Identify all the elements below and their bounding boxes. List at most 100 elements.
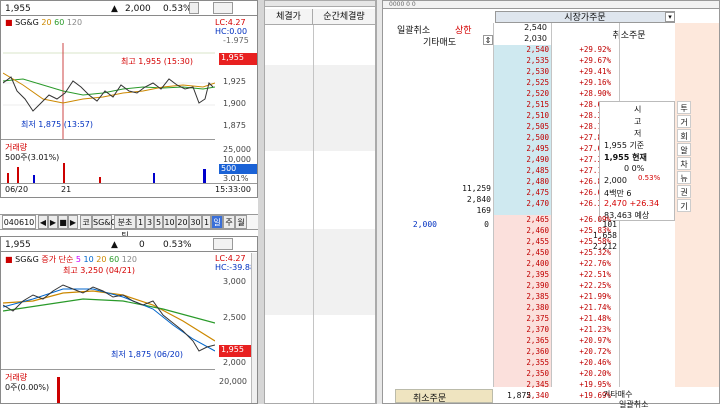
chart-toolbar: 040610 ◀ ▶ ■ ▶ 코 SG&G 분초틱 1 3 5 10 20 30… <box>0 214 258 240</box>
ask-pct: +29.16% <box>579 78 611 87</box>
ask-price[interactable]: 2,515 <box>495 100 549 110</box>
side-tab[interactable]: 알 <box>677 143 691 156</box>
chart1-scroll-button[interactable] <box>189 2 199 14</box>
chart2-price-line <box>3 284 215 352</box>
ask-price[interactable]: 2,530 <box>495 67 549 77</box>
tb-item-name[interactable]: SG&G <box>92 215 117 229</box>
chart1-low-label: 최저 1,875 (13:57) <box>21 120 94 129</box>
other-ask-label: 기타매도 <box>423 38 457 48</box>
cancel-order-top-button[interactable]: 취소주문 <box>593 25 665 47</box>
ask-pct: +28.90% <box>579 89 611 98</box>
chart2-ytick: 2,500 <box>223 313 246 322</box>
ask-price[interactable]: 2,495 <box>495 144 549 154</box>
ask-price[interactable]: 2,510 <box>495 111 549 121</box>
ask-price[interactable]: 2,470 <box>495 199 549 209</box>
bid-pct: +21.48% <box>579 314 611 323</box>
prev-button[interactable]: ◀ <box>38 215 48 229</box>
bid-price[interactable]: 2,370 <box>495 325 549 335</box>
chart2-change-pct: 0.53% <box>163 240 192 250</box>
next-button[interactable]: ▶ <box>68 215 78 229</box>
chart1-vol-tick: 25,000 <box>223 145 251 154</box>
bid-price[interactable]: 2,380 <box>495 303 549 313</box>
chart1-xlabel-time: 15:33:00 <box>215 185 251 194</box>
side-vertical-tabs: 투거회알차뉴권기 <box>677 101 691 215</box>
chart1-volume-bars <box>7 163 206 183</box>
bottom-batch-cancel[interactable]: 일괄취소 <box>619 399 648 410</box>
bid-price[interactable]: 2,390 <box>495 281 549 291</box>
bid-price[interactable]: 2,360 <box>495 347 549 357</box>
chart1-ma-20: 20 <box>41 18 52 27</box>
chart1-ytick: 1,900 <box>223 99 246 108</box>
market-order-title[interactable]: 시장가주문 <box>495 11 675 23</box>
ask-price[interactable]: 2,485 <box>495 166 549 176</box>
upper-limit-label: 상한 <box>455 26 472 36</box>
chart2-scrollbar[interactable] <box>251 253 257 403</box>
bid-price[interactable]: 2,355 <box>495 358 549 368</box>
ask-price[interactable]: 2,490 <box>495 155 549 165</box>
ask-price[interactable]: 2,500 <box>495 133 549 143</box>
tb-item-day[interactable]: 일 <box>211 215 223 229</box>
tb-item-code[interactable]: 코 <box>80 215 92 229</box>
tb-item-month[interactable]: 월 <box>235 215 247 229</box>
ask-price[interactable]: 2,520 <box>495 89 549 99</box>
bid-price[interactable]: 2,450 <box>495 248 549 258</box>
chart1-stock-name: SG&G <box>15 18 39 27</box>
quote-info-box: 시 고 저 1,955 기준 1,955 현재 0 0% 2,000 0.53%… <box>599 101 675 221</box>
bid-price[interactable]: 2,385 <box>495 292 549 302</box>
bid-price[interactable]: 2,375 <box>495 314 549 324</box>
bid-price[interactable]: 2,460 <box>495 226 549 236</box>
tb-item-week[interactable]: 주 <box>223 215 235 229</box>
tb-item-3[interactable]: 3 <box>145 215 154 229</box>
tb-item-5[interactable]: 5 <box>154 215 163 229</box>
ask-price[interactable]: 2,505 <box>495 122 549 132</box>
ask-price[interactable]: 2,475 <box>495 188 549 198</box>
tb-item-period[interactable]: 분초틱 <box>114 215 136 240</box>
volume-bar <box>57 377 60 403</box>
chart2-ma-10: 10 <box>83 255 94 264</box>
ask-price[interactable]: 2,540 <box>495 45 549 55</box>
chart2-arrow: ▲ <box>111 240 118 250</box>
chart2-price-plot <box>3 284 215 352</box>
bottom-cancel-order-button[interactable]: 취소주문 <box>413 391 446 404</box>
ask-price[interactable]: 2,535 <box>495 56 549 66</box>
bid-price[interactable]: 2,365 <box>495 336 549 346</box>
tb-item-1b[interactable]: 1 <box>202 215 211 229</box>
other-ask-sort-icon[interactable]: ⇕ <box>483 35 493 45</box>
chart2-ma-120: 120 <box>121 255 138 264</box>
market-order-dropdown-icon[interactable]: ▾ <box>665 12 675 22</box>
chart1-vol-tick: 10,000 <box>223 155 251 164</box>
bid-price[interactable]: 2,400 <box>495 259 549 269</box>
volume-bar <box>63 163 65 183</box>
stop-button[interactable]: ■ <box>58 215 68 229</box>
chart2-ma-20: 20 <box>96 255 107 264</box>
side-tab[interactable]: 권 <box>677 185 691 198</box>
bid-price[interactable]: 2,345 <box>495 380 549 390</box>
bid-price[interactable]: 2,350 <box>495 369 549 379</box>
chart1-ma-120: 120 <box>66 18 83 27</box>
side-tab[interactable]: 회 <box>677 129 691 142</box>
chart2-ytick: 2,000 <box>223 358 246 367</box>
bid-price[interactable]: 2,395 <box>495 270 549 280</box>
side-tab[interactable]: 뉴 <box>677 171 691 184</box>
tb-item-30[interactable]: 30 <box>189 215 202 229</box>
side-tab[interactable]: 거 <box>677 115 691 128</box>
chart1-change-pct: 0.53% <box>163 4 192 14</box>
info-now: 1,955 현재 <box>604 153 647 162</box>
side-tab[interactable]: 투 <box>677 101 691 114</box>
chart1-dropdown[interactable] <box>213 2 233 14</box>
tb-item-10[interactable]: 10 <box>163 215 176 229</box>
chart1-vol-current-tag: 500 <box>219 164 257 174</box>
side-tab[interactable]: 차 <box>677 157 691 170</box>
stock-code-input[interactable]: 040610 <box>2 215 36 229</box>
tb-item-1[interactable]: 1 <box>136 215 145 229</box>
chart2-dropdown[interactable] <box>213 238 233 250</box>
ask-price[interactable]: 2,525 <box>495 78 549 88</box>
info-low-char: 저 <box>634 129 642 138</box>
ask-price[interactable]: 2,480 <box>495 177 549 187</box>
bid-price[interactable]: 2,465 <box>495 215 549 225</box>
play-button[interactable]: ▶ <box>48 215 58 229</box>
tb-item-20[interactable]: 20 <box>176 215 189 229</box>
upper-limit-price: 2,540 <box>524 23 547 32</box>
bid-price[interactable]: 2,455 <box>495 237 549 247</box>
side-tab[interactable]: 기 <box>677 199 691 212</box>
